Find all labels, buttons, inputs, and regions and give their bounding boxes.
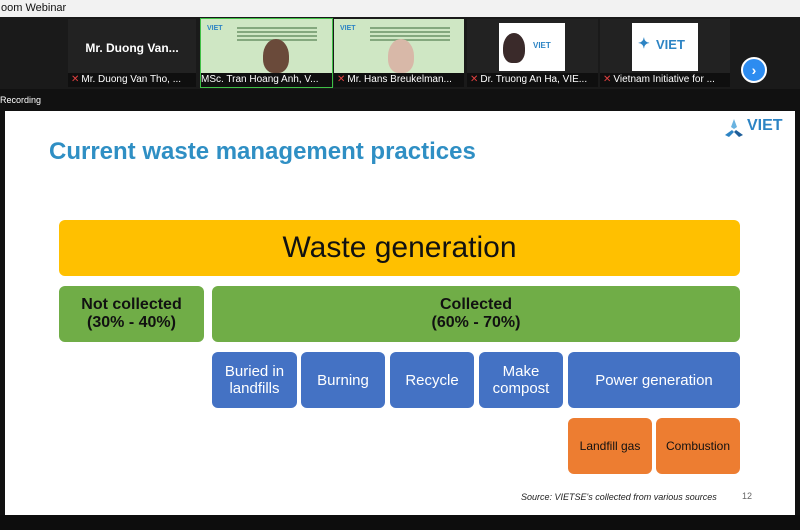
slide-title: Current waste management practices bbox=[49, 138, 476, 165]
participant-video: VIET bbox=[201, 19, 332, 73]
participant-name: Mr. Duong Van Tho, ... bbox=[81, 74, 182, 85]
bottom-bar bbox=[0, 515, 800, 530]
recording-indicator: Recording bbox=[0, 95, 42, 105]
participant-caption: ✕ Vietnam Initiative for ... bbox=[600, 73, 730, 87]
method-box-burning: Burning bbox=[301, 352, 385, 408]
method-box-compost: Make compost bbox=[479, 352, 563, 408]
not-collected-box: Not collected (30% - 40%) bbox=[59, 286, 204, 342]
viet-logo: VIET bbox=[723, 115, 783, 141]
participant-tile[interactable]: ✦ VIET ✕ Vietnam Initiative for ... bbox=[600, 19, 730, 87]
method-box-power-generation: Power generation bbox=[568, 352, 740, 408]
next-page-button[interactable]: › bbox=[741, 57, 767, 83]
collected-box: Collected (60% - 70%) bbox=[212, 286, 740, 342]
viet-logo-text: VIET bbox=[747, 117, 783, 134]
viet-logo-text: VIET bbox=[656, 37, 685, 52]
participant-tile[interactable]: Mr. Duong Van... ✕ Mr. Duong Van Tho, ... bbox=[68, 19, 196, 87]
slide-thumbnail-text bbox=[370, 27, 450, 41]
waste-generation-box: Waste generation bbox=[59, 220, 740, 276]
participant-name: MSc. Tran Hoang Anh, V... bbox=[201, 74, 319, 85]
viet-logo-icon: VIET bbox=[533, 41, 551, 50]
participant-video: ✦ VIET bbox=[632, 23, 698, 71]
method-box-recycle: Recycle bbox=[390, 352, 474, 408]
shared-screen-slide: VIET Current waste management practices … bbox=[5, 111, 795, 515]
viet-logo-icon: VIET bbox=[207, 25, 223, 32]
person-image bbox=[263, 39, 289, 73]
viet-logo-icon: ✦ bbox=[638, 35, 650, 51]
source-note: Source: VIETSE's collected from various … bbox=[521, 492, 717, 502]
power-sub-landfill-gas: Landfill gas bbox=[568, 418, 652, 474]
method-box-landfills: Buried in landfills bbox=[212, 352, 297, 408]
viet-logo-icon: VIET bbox=[340, 25, 356, 32]
participant-video: VIET bbox=[499, 23, 565, 71]
participant-caption: ✕ Dr. Truong An Ha, VIE... bbox=[467, 73, 598, 87]
power-sub-combustion: Combustion bbox=[656, 418, 740, 474]
participant-tile[interactable]: VIET ✕ Mr. Hans Breukelman... bbox=[334, 19, 464, 87]
participant-caption: ✕ Mr. Hans Breukelman... bbox=[334, 73, 464, 87]
participant-caption: ✕ Mr. Duong Van Tho, ... bbox=[68, 73, 196, 87]
participant-gallery: Mr. Duong Van... ✕ Mr. Duong Van Tho, ...… bbox=[0, 17, 800, 89]
participant-caption: MSc. Tran Hoang Anh, V... bbox=[201, 73, 332, 87]
participant-display-name: Mr. Duong Van... bbox=[85, 41, 179, 55]
participant-tile[interactable]: VIET ✕ Dr. Truong An Ha, VIE... bbox=[467, 19, 598, 87]
slide-page-number: 12 bbox=[742, 491, 753, 501]
window-title: oom Webinar bbox=[0, 0, 800, 17]
participant-name: Mr. Hans Breukelman... bbox=[347, 74, 452, 85]
mic-muted-icon: ✕ bbox=[337, 74, 346, 85]
mic-muted-icon: ✕ bbox=[603, 74, 612, 85]
participant-video: VIET bbox=[334, 19, 464, 73]
viet-leaf-icon bbox=[725, 119, 743, 137]
mic-muted-icon: ✕ bbox=[71, 74, 80, 85]
person-image bbox=[503, 33, 525, 63]
participant-name: Dr. Truong An Ha, VIE... bbox=[480, 74, 588, 85]
participant-name: Vietnam Initiative for ... bbox=[613, 74, 715, 85]
person-image bbox=[388, 39, 414, 73]
mic-muted-icon: ✕ bbox=[470, 74, 479, 85]
participant-tile[interactable]: VIET MSc. Tran Hoang Anh, V... bbox=[200, 18, 333, 88]
